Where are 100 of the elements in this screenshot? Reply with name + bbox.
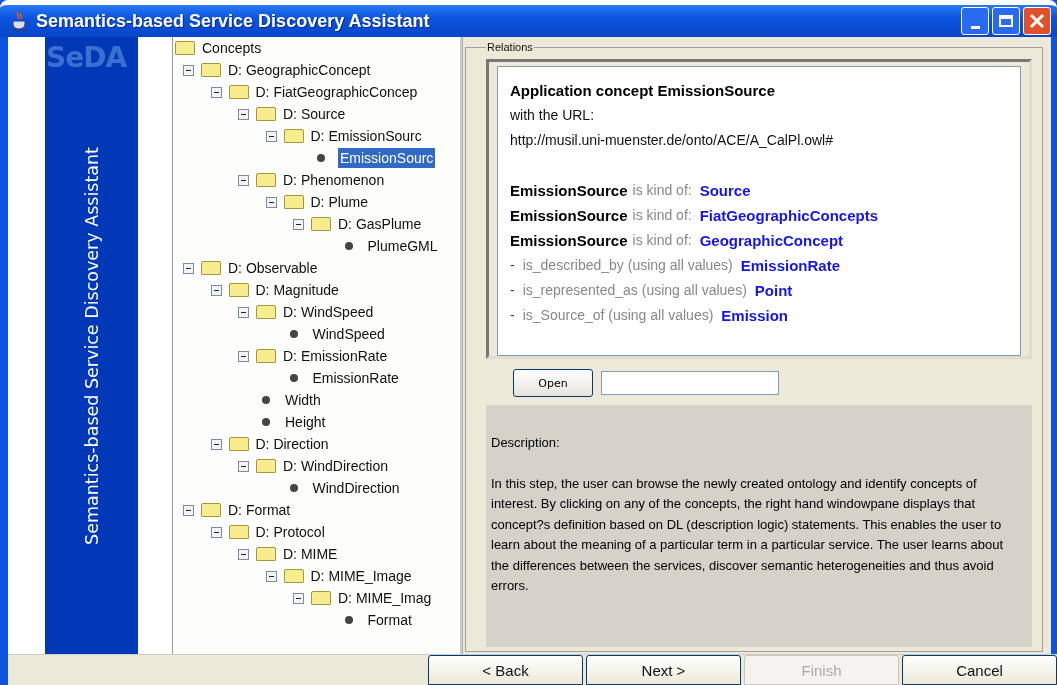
concept-link[interactable]: EmissionRate: [740, 253, 840, 278]
minimize-button[interactable]: [961, 7, 989, 35]
open-button[interactable]: Open: [513, 369, 593, 397]
expander-icon[interactable]: [265, 570, 277, 582]
expander-icon[interactable]: [183, 504, 194, 516]
expander-icon[interactable]: [238, 174, 249, 186]
folder-icon: [256, 107, 276, 121]
folder-icon: [256, 305, 276, 319]
tree-item[interactable]: D: GasPlume: [336, 214, 424, 234]
tree-item[interactable]: D: FiatGeographicConcep: [253, 82, 420, 102]
tree-item[interactable]: D: Plume: [308, 192, 371, 212]
tree-item[interactable]: D: Observable: [226, 258, 320, 278]
bullet-icon: [289, 330, 298, 338]
concept-link[interactable]: Point: [754, 278, 793, 303]
bullet-icon: [262, 396, 270, 404]
folder-icon: [311, 217, 331, 231]
folder-icon: [228, 283, 249, 297]
folder-icon: [283, 129, 304, 143]
folder-icon: [201, 261, 221, 275]
tree-item[interactable]: D: MIME_Image: [308, 566, 414, 586]
input-field[interactable]: [601, 371, 779, 395]
expander-icon[interactable]: [265, 130, 277, 142]
expander-icon[interactable]: [210, 284, 222, 296]
expander-icon[interactable]: [293, 592, 304, 604]
subject-text: EmissionSource: [510, 231, 628, 251]
bullet-icon: [262, 418, 270, 426]
folder-icon: [311, 591, 331, 605]
expander-icon[interactable]: [238, 306, 249, 318]
folder-icon: [175, 41, 195, 55]
bullet-icon: [344, 242, 353, 250]
expander-icon[interactable]: [238, 108, 249, 120]
folder-icon: [283, 195, 304, 209]
bullet-icon: [344, 616, 353, 624]
expander-icon[interactable]: [238, 548, 249, 560]
coffee-cup-icon: [10, 10, 30, 32]
description-label: Description:: [491, 434, 561, 452]
relation-text: is kind of:: [632, 181, 692, 200]
concept-link[interactable]: Emission: [721, 303, 788, 328]
concept-url: http://musil.uni-muenster.de/onto/ACE/A_CalPl.owl#: [510, 131, 834, 150]
concept-link[interactable]: GeographicConcept: [699, 228, 844, 253]
dash-marker: -: [510, 256, 515, 275]
tree-item[interactable]: EmissionRate: [310, 368, 401, 388]
expander-icon[interactable]: [293, 218, 304, 230]
close-button[interactable]: [1023, 7, 1051, 35]
relation-text: is_represented_as (using all values): [522, 281, 747, 300]
folder-icon: [228, 525, 249, 539]
expander-icon[interactable]: [183, 262, 194, 274]
wizard-button[interactable]: < Back: [428, 655, 583, 685]
tree-item[interactable]: D: MIME_Imag: [336, 588, 434, 608]
expander-icon[interactable]: [238, 460, 249, 472]
tree-item[interactable]: WindSpeed: [310, 324, 387, 344]
relation-text: is kind of:: [632, 206, 692, 225]
tree-item[interactable]: D: Direction: [253, 434, 331, 454]
maximize-button[interactable]: [992, 7, 1020, 35]
tree-item[interactable]: D: Protocol: [253, 522, 327, 542]
tree-item[interactable]: PlumeGML: [365, 236, 440, 256]
tree-item[interactable]: D: EmissionRate: [281, 346, 390, 366]
tree-item[interactable]: D: MIME: [281, 544, 340, 564]
concept-link[interactable]: Source: [699, 178, 751, 203]
tree-item[interactable]: D: GeographicConcept: [226, 60, 373, 80]
folder-icon: [283, 569, 304, 583]
bullet-icon: [317, 154, 325, 162]
relation-text: is_Source_of (using all values): [522, 306, 714, 325]
tree-item[interactable]: WindDirection: [310, 478, 402, 498]
close-icon: [1028, 12, 1046, 30]
wizard-button[interactable]: Next >: [586, 655, 741, 685]
expander-icon[interactable]: [265, 196, 277, 208]
expander-icon[interactable]: [210, 526, 222, 538]
expander-icon[interactable]: [210, 86, 222, 98]
folder-icon: [201, 63, 221, 77]
bullet-icon: [289, 484, 298, 492]
folder-icon: [201, 503, 221, 517]
wizard-button[interactable]: Cancel: [902, 655, 1057, 685]
tree-item[interactable]: EmissionSourc: [338, 148, 436, 168]
folder-icon: [256, 547, 276, 561]
tree-item[interactable]: Format: [365, 610, 414, 630]
group-label: Relations: [486, 41, 534, 53]
tree-item[interactable]: D: Phenomenon: [281, 170, 387, 190]
description-text: In this step, the user can browse the newly created ontology and identify concepts of interest. By clicking on any of the concepts, the right hand windowpane displays that concept?s definition based on DL (description logic) statements. This enables the user to learn about the meaning of a particular term in a particular service. The user learns about the differences between the services, discover semantic heterogeneities and thus avoid errors.: [491, 474, 1005, 595]
tree-item[interactable]: D: Source: [281, 104, 348, 124]
expander-icon[interactable]: [183, 64, 194, 76]
bullet-icon: [289, 374, 298, 382]
concept-link[interactable]: FiatGeographicConcepts: [699, 203, 879, 228]
expander-icon[interactable]: [210, 438, 222, 450]
tree-item[interactable]: D: WindDirection: [281, 456, 391, 476]
concept-heading: Application concept EmissionSource: [510, 81, 777, 101]
folder-icon: [228, 85, 249, 99]
tree-item[interactable]: D: Magnitude: [253, 280, 341, 300]
expander-icon[interactable]: [238, 350, 249, 362]
tree-item[interactable]: Width: [283, 390, 323, 410]
tree-item[interactable]: D: WindSpeed: [281, 302, 376, 322]
tree-item[interactable]: D: EmissionSourc: [308, 126, 424, 146]
tree-item[interactable]: Concepts: [200, 38, 264, 58]
relation-text: is_described_by (using all values): [522, 256, 733, 275]
folder-icon: [256, 459, 276, 473]
folder-icon: [256, 173, 276, 187]
tree-item[interactable]: Height: [283, 412, 328, 432]
tree-item[interactable]: D: Format: [226, 500, 293, 520]
subject-text: EmissionSource: [510, 206, 628, 226]
logo-text: SeDA: [46, 41, 127, 74]
